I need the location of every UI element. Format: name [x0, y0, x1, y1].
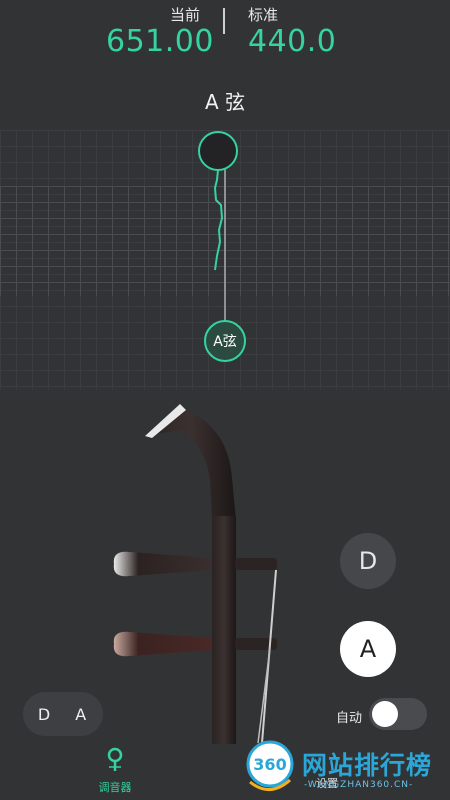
readout-divider — [223, 8, 225, 34]
tab-tuner[interactable]: 调音器 — [90, 747, 140, 795]
watermark-text: 网站排行榜 — [302, 751, 433, 780]
pitch-trace — [213, 169, 224, 271]
standard-label: 标准 — [248, 6, 279, 24]
standard-value: 440.0 — [248, 24, 337, 59]
tuning-preset-button[interactable]: D A — [23, 692, 103, 736]
target-string-marker: A弦 — [204, 320, 246, 362]
string-title: A 弦 — [204, 90, 246, 114]
frequency-readout: 当前 651.00 标准 440.0 — [0, 0, 450, 70]
toggle-knob — [372, 701, 398, 727]
svg-text:360: 360 — [253, 755, 286, 774]
auto-toggle[interactable] — [369, 698, 427, 730]
tuner-pin-icon — [107, 747, 123, 771]
current-label: 当前 — [170, 6, 201, 24]
pitch-indicator — [198, 131, 238, 171]
string-d-button[interactable]: D — [340, 533, 396, 589]
current-value: 651.00 — [106, 24, 214, 59]
tab-tuner-label: 调音器 — [98, 781, 132, 794]
erhu-illustration — [113, 404, 277, 744]
string-a-button[interactable]: A — [340, 621, 396, 677]
watermark-subtext: -WANGZHAN360.CN- — [304, 780, 414, 790]
auto-label: 自动 — [336, 711, 363, 726]
